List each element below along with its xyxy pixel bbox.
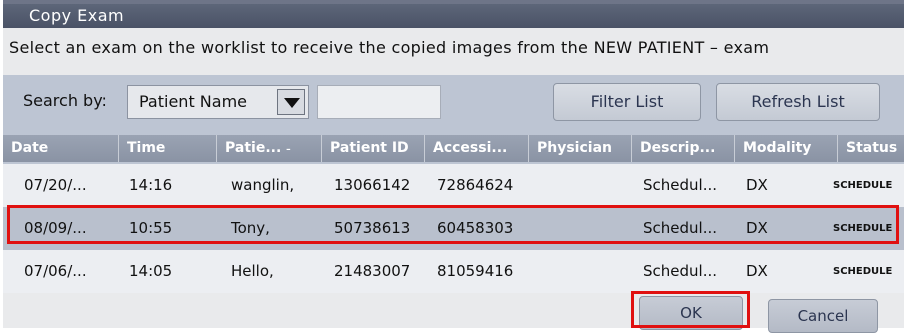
- cell-description: Schedul...: [643, 176, 718, 194]
- search-by-selected-value: Patient Name: [139, 92, 247, 111]
- search-input[interactable]: [317, 85, 441, 119]
- column-header-physician[interactable]: Physician: [528, 135, 631, 162]
- search-by-label: Search by:: [23, 91, 107, 110]
- selected-row-highlight: [7, 205, 899, 244]
- filter-list-button[interactable]: Filter List: [553, 83, 701, 121]
- cell-patient-id: 21483007: [334, 262, 411, 280]
- column-header-patient-id[interactable]: Patient ID: [321, 135, 424, 162]
- cell-patient: wanglin,: [231, 176, 295, 194]
- column-header-description[interactable]: Descrip...: [631, 135, 734, 162]
- column-header-accession[interactable]: Accessi...: [424, 135, 528, 162]
- column-header-status[interactable]: Status: [837, 135, 904, 162]
- cell-patient: Hello,: [231, 262, 274, 280]
- table-row[interactable]: 07/06/... 14:05 Hello, 21483007 81059416…: [3, 250, 904, 293]
- instruction-text: Select an exam on the worklist to receiv…: [9, 38, 770, 57]
- refresh-list-button[interactable]: Refresh List: [716, 83, 880, 121]
- column-header-patient[interactable]: Patie... –: [216, 135, 321, 162]
- search-by-select[interactable]: Patient Name: [127, 85, 309, 119]
- sort-indicator-icon: –: [286, 145, 291, 155]
- table-row[interactable]: 07/20/... 14:16 wanglin, 13066142 728646…: [3, 164, 904, 207]
- cell-modality: DX: [746, 262, 768, 280]
- cell-date: 07/06/...: [24, 262, 87, 280]
- worklist-panel: Search by: Patient Name Filter List Refr…: [3, 75, 904, 293]
- cell-accession: 81059416: [437, 262, 514, 280]
- cell-status: SCHEDULE: [833, 266, 893, 277]
- cell-date: 07/20/...: [24, 176, 87, 194]
- table-header: Date Time Patie... – Patient ID Accessi.…: [3, 135, 904, 162]
- column-header-modality[interactable]: Modality: [734, 135, 837, 162]
- dropdown-arrow-icon[interactable]: [277, 89, 305, 115]
- cell-description: Schedul...: [643, 262, 718, 280]
- column-header-date[interactable]: Date: [3, 135, 118, 162]
- cell-time: 14:05: [129, 262, 173, 280]
- cell-status: SCHEDULE: [833, 180, 893, 191]
- cell-accession: 72864624: [437, 176, 514, 194]
- cell-modality: DX: [746, 176, 768, 194]
- ok-button-highlight: [631, 291, 750, 328]
- copy-exam-dialog: Copy Exam Select an exam on the worklist…: [3, 0, 904, 333]
- cell-time: 14:16: [129, 176, 173, 194]
- column-header-time[interactable]: Time: [118, 135, 216, 162]
- title-bar[interactable]: Copy Exam: [3, 0, 904, 28]
- window-title: Copy Exam: [29, 6, 125, 25]
- cell-patient-id: 13066142: [334, 176, 411, 194]
